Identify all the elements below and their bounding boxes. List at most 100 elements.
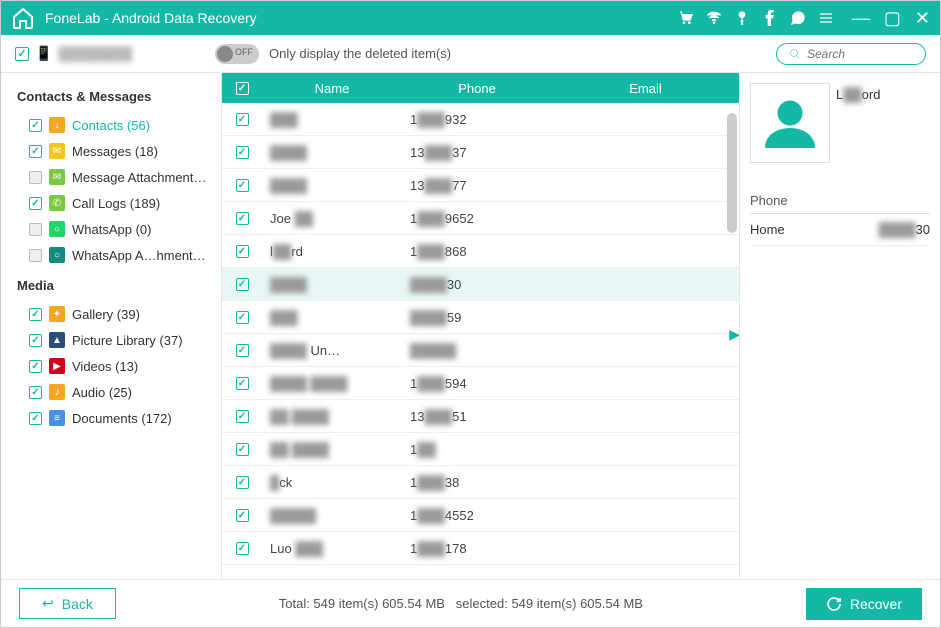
table-row[interactable]: ███ 1███932: [222, 103, 739, 136]
scrollbar-thumb[interactable]: [727, 113, 737, 233]
row-checkbox[interactable]: [236, 410, 249, 423]
item-checkbox[interactable]: [29, 334, 42, 347]
table-row[interactable]: ██ ████ 1██: [222, 433, 739, 466]
footer-stats: Total: 549 item(s) 605.54 MB selected: 5…: [136, 596, 786, 611]
category-icon: ✆: [49, 195, 65, 211]
table-row[interactable]: ████ 13███37: [222, 136, 739, 169]
table-row[interactable]: ████ ████30: [222, 268, 739, 301]
app-title: FoneLab - Android Data Recovery: [45, 10, 678, 26]
facebook-icon[interactable]: [762, 10, 778, 26]
item-checkbox[interactable]: [29, 308, 42, 321]
row-checkbox[interactable]: [236, 278, 249, 291]
category-icon: ▶: [49, 358, 65, 374]
table-row[interactable]: ███ ████59: [222, 301, 739, 334]
item-label: Gallery (39): [72, 307, 140, 322]
item-label: WhatsApp (0): [72, 222, 151, 237]
cell-phone: 1███594: [402, 376, 552, 391]
search-box[interactable]: [776, 43, 926, 65]
row-checkbox[interactable]: [236, 542, 249, 555]
item-checkbox[interactable]: [29, 145, 42, 158]
item-label: Picture Library (37): [72, 333, 183, 348]
item-label: WhatsApp A…hments (0): [72, 248, 212, 263]
table-row[interactable]: ████ ████ 1███594: [222, 367, 739, 400]
sidebar-item[interactable]: ✆ Call Logs (189): [15, 190, 221, 216]
back-button[interactable]: ↩ Back: [19, 588, 116, 619]
feedback-icon[interactable]: [790, 10, 806, 26]
row-checkbox[interactable]: [236, 377, 249, 390]
cell-name: Luo ███: [262, 541, 402, 556]
col-email[interactable]: Email: [552, 81, 739, 96]
cell-name: ████ Un…: [262, 343, 402, 358]
category-icon: ○: [49, 247, 65, 263]
table-row[interactable]: █ck 1███38: [222, 466, 739, 499]
item-checkbox[interactable]: [29, 360, 42, 373]
item-checkbox[interactable]: [29, 171, 42, 184]
item-label: Audio (25): [72, 385, 132, 400]
minimize-icon[interactable]: —: [852, 9, 870, 27]
table-row[interactable]: ████ 13███77: [222, 169, 739, 202]
table-row[interactable]: ████ Un… █████: [222, 334, 739, 367]
col-name[interactable]: Name: [262, 81, 402, 96]
row-checkbox[interactable]: [236, 476, 249, 489]
window-controls: — ▢ ✕: [852, 9, 930, 27]
menu-icon[interactable]: [818, 10, 834, 26]
cell-name: ████: [262, 145, 402, 160]
device-checkbox[interactable]: [15, 47, 29, 61]
row-checkbox[interactable]: [236, 212, 249, 225]
device-selector[interactable]: 📱 ████████: [15, 45, 215, 62]
cell-name: █████: [262, 508, 402, 523]
sidebar-item[interactable]: ↓ Contacts (56): [15, 112, 221, 138]
row-checkbox[interactable]: [236, 509, 249, 522]
cart-icon[interactable]: [678, 10, 694, 26]
select-all-checkbox[interactable]: [236, 82, 249, 95]
row-checkbox[interactable]: [236, 344, 249, 357]
table-body[interactable]: ███ 1███932 ████ 13███37 ████ 13███77 Jo…: [222, 103, 739, 579]
detail-phone-value: ████30: [879, 222, 930, 237]
sidebar-item[interactable]: ≡ Documents (172): [15, 405, 221, 431]
row-checkbox[interactable]: [236, 113, 249, 126]
cell-name: ██ ████: [262, 409, 402, 424]
row-checkbox[interactable]: [236, 311, 249, 324]
row-checkbox[interactable]: [236, 179, 249, 192]
sidebar-item[interactable]: ○ WhatsApp A…hments (0): [15, 242, 221, 268]
item-checkbox[interactable]: [29, 197, 42, 210]
item-checkbox[interactable]: [29, 223, 42, 236]
expand-detail-arrow[interactable]: ▶: [729, 326, 740, 343]
row-checkbox[interactable]: [236, 245, 249, 258]
sidebar-item[interactable]: ✉ Messages (18): [15, 138, 221, 164]
table-row[interactable]: Luo ███ 1███178: [222, 532, 739, 565]
item-checkbox[interactable]: [29, 412, 42, 425]
sidebar-item[interactable]: ♪ Audio (25): [15, 379, 221, 405]
row-checkbox[interactable]: [236, 443, 249, 456]
cell-phone: 13███37: [402, 145, 552, 160]
wifi-icon[interactable]: [706, 10, 722, 26]
sidebar-item[interactable]: ✉ Message Attachments (0): [15, 164, 221, 190]
table-row[interactable]: Joe ██ 1███9652: [222, 202, 739, 235]
home-icon[interactable]: [11, 6, 35, 30]
table-row[interactable]: l██rd 1███868: [222, 235, 739, 268]
category-icon: ↓: [49, 117, 65, 133]
close-icon[interactable]: ✕: [915, 9, 930, 27]
deleted-only-toggle[interactable]: OFF: [215, 44, 259, 64]
sidebar-item[interactable]: ○ WhatsApp (0): [15, 216, 221, 242]
item-checkbox[interactable]: [29, 249, 42, 262]
item-checkbox[interactable]: [29, 386, 42, 399]
item-label: Documents (172): [72, 411, 172, 426]
recover-button[interactable]: Recover: [806, 588, 922, 620]
back-arrow-icon: ↩: [42, 595, 54, 612]
device-name: ████████: [58, 46, 132, 61]
sidebar-item[interactable]: ✦ Gallery (39): [15, 301, 221, 327]
key-icon[interactable]: [734, 10, 750, 26]
table-row[interactable]: ██ ████ 13███51: [222, 400, 739, 433]
col-phone[interactable]: Phone: [402, 81, 552, 96]
sidebar-item[interactable]: ▶ Videos (13): [15, 353, 221, 379]
item-label: Call Logs (189): [72, 196, 160, 211]
avatar: [750, 83, 830, 163]
row-checkbox[interactable]: [236, 146, 249, 159]
phone-icon: 📱: [35, 45, 52, 62]
table-row[interactable]: █████ 1███4552: [222, 499, 739, 532]
maximize-icon[interactable]: ▢: [884, 9, 901, 27]
item-checkbox[interactable]: [29, 119, 42, 132]
search-input[interactable]: [807, 47, 913, 61]
sidebar-item[interactable]: ▲ Picture Library (37): [15, 327, 221, 353]
